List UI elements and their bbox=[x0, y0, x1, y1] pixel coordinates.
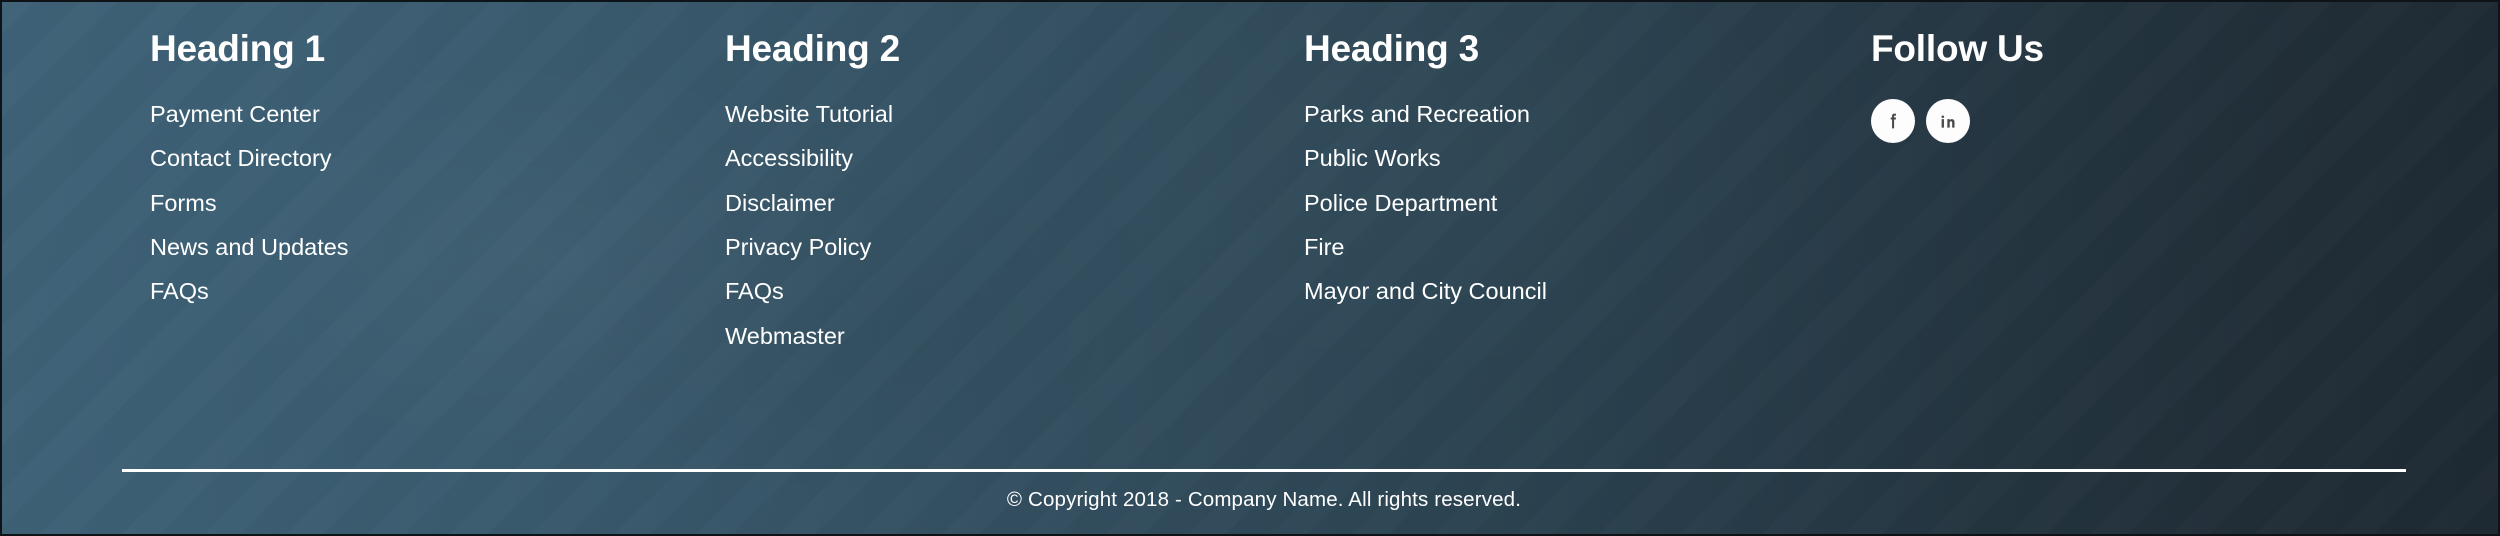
list-item: Website Tutorial bbox=[725, 101, 900, 127]
follow-us-heading: Follow Us bbox=[1871, 28, 2044, 69]
list-item: FAQs bbox=[725, 278, 900, 304]
footer-link-news-and-updates[interactable]: News and Updates bbox=[150, 234, 349, 260]
list-item: Mayor and City Council bbox=[1304, 278, 1547, 304]
list-item: Disclaimer bbox=[725, 190, 900, 216]
list-item: Payment Center bbox=[150, 101, 349, 127]
footer-link-accessibility[interactable]: Accessibility bbox=[725, 145, 853, 171]
facebook-link[interactable] bbox=[1871, 99, 1915, 143]
footer-link-contact-directory[interactable]: Contact Directory bbox=[150, 145, 332, 171]
column-3-heading: Heading 3 bbox=[1304, 28, 1480, 69]
footer-link-website-tutorial[interactable]: Website Tutorial bbox=[725, 101, 893, 127]
footer-link-mayor-and-city-council[interactable]: Mayor and City Council bbox=[1304, 278, 1547, 304]
social-icon-row bbox=[1871, 99, 2044, 143]
list-item: Parks and Recreation bbox=[1304, 101, 1547, 127]
footer-link-fire[interactable]: Fire bbox=[1304, 234, 1344, 260]
site-footer: Heading 1 Payment Center Contact Directo… bbox=[0, 0, 2500, 536]
footer-link-webmaster[interactable]: Webmaster bbox=[725, 323, 845, 349]
list-item: Accessibility bbox=[725, 145, 900, 171]
footer-divider bbox=[122, 469, 2406, 472]
column-2-heading: Heading 2 bbox=[725, 28, 901, 69]
copyright-bar: © Copyright 2018 - Company Name. All rig… bbox=[122, 488, 2406, 513]
footer-link-faqs-2[interactable]: FAQs bbox=[725, 278, 784, 304]
footer-column-2: Heading 2 Website Tutorial Accessibility… bbox=[725, 30, 900, 349]
column-3-link-list: Parks and Recreation Public Works Police… bbox=[1304, 101, 1547, 305]
footer-link-parks-and-recreation[interactable]: Parks and Recreation bbox=[1304, 101, 1530, 127]
facebook-icon bbox=[1882, 110, 1904, 132]
footer-link-payment-center[interactable]: Payment Center bbox=[150, 101, 320, 127]
footer-link-faqs[interactable]: FAQs bbox=[150, 278, 209, 304]
linkedin-link[interactable] bbox=[1926, 99, 1970, 143]
column-1-link-list: Payment Center Contact Directory Forms N… bbox=[150, 101, 349, 305]
footer-link-disclaimer[interactable]: Disclaimer bbox=[725, 190, 835, 216]
list-item: FAQs bbox=[150, 278, 349, 304]
footer-link-privacy-policy[interactable]: Privacy Policy bbox=[725, 234, 871, 260]
list-item: Public Works bbox=[1304, 145, 1547, 171]
footer-column-3: Heading 3 Parks and Recreation Public Wo… bbox=[1304, 30, 1547, 305]
linkedin-icon bbox=[1937, 110, 1959, 132]
list-item: Privacy Policy bbox=[725, 234, 900, 260]
list-item: Police Department bbox=[1304, 190, 1547, 216]
list-item: Contact Directory bbox=[150, 145, 349, 171]
list-item: Webmaster bbox=[725, 323, 900, 349]
footer-columns: Heading 1 Payment Center Contact Directo… bbox=[0, 0, 2500, 430]
list-item: Fire bbox=[1304, 234, 1547, 260]
footer-link-forms[interactable]: Forms bbox=[150, 190, 217, 216]
copyright-text: © Copyright 2018 - Company Name. All rig… bbox=[1006, 488, 1522, 511]
list-item: Forms bbox=[150, 190, 349, 216]
footer-column-social: Follow Us bbox=[1871, 30, 2044, 143]
list-item: News and Updates bbox=[150, 234, 349, 260]
column-1-heading: Heading 1 bbox=[150, 28, 326, 69]
footer-link-public-works[interactable]: Public Works bbox=[1304, 145, 1441, 171]
footer-link-police-department[interactable]: Police Department bbox=[1304, 190, 1497, 216]
column-2-link-list: Website Tutorial Accessibility Disclaime… bbox=[725, 101, 900, 349]
footer-column-1: Heading 1 Payment Center Contact Directo… bbox=[150, 30, 349, 305]
